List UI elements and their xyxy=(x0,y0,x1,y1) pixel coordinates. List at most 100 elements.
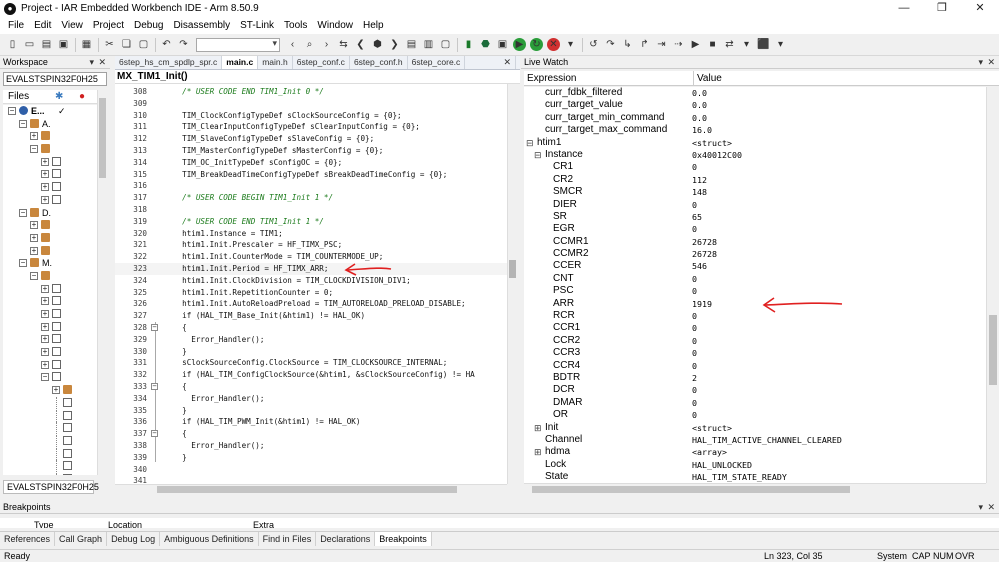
next-bookmark-icon[interactable]: ▥ xyxy=(422,38,435,51)
code-line[interactable]: 338 Error_Handler(); xyxy=(115,440,507,452)
bottom-tab[interactable]: References xyxy=(0,532,56,546)
scrollbar-thumb[interactable] xyxy=(99,98,106,178)
replace-icon[interactable]: ⇆ xyxy=(337,38,350,51)
expand-icon[interactable]: + xyxy=(52,386,60,395)
go-icon[interactable]: ▶ xyxy=(689,38,702,51)
reset-icon[interactable]: ↺ xyxy=(587,38,600,51)
expand-icon[interactable]: + xyxy=(41,348,49,357)
editor-tab[interactable]: 6step_hs_cm_spdlp_spr.c xyxy=(115,56,223,69)
collapse-icon[interactable]: − xyxy=(30,145,38,154)
code-line[interactable]: 309 xyxy=(115,98,507,110)
workspace-scrollbar[interactable] xyxy=(97,90,107,475)
code-line[interactable]: 325 htim1.Init.RepetitionCounter = 0; xyxy=(115,287,507,299)
minimize-icon[interactable]: — xyxy=(885,0,923,17)
close-icon[interactable]: ✕ xyxy=(961,0,999,17)
watch-row[interactable]: CCR3 0 xyxy=(524,347,986,359)
collapse-icon[interactable]: − xyxy=(30,271,38,280)
editor-vertical-scrollbar[interactable] xyxy=(507,84,517,484)
go-forward-icon[interactable]: ❯ xyxy=(388,38,401,51)
next-statement-icon[interactable]: ⇥ xyxy=(655,38,668,51)
code-line[interactable]: 310 TIM_ClockConfigTypeDef sClockSourceC… xyxy=(115,110,507,122)
stop-icon[interactable]: ✕ xyxy=(547,38,560,51)
watch-row[interactable]: PSC 0 xyxy=(524,285,986,297)
code-line[interactable]: 315 TIM_BreakDeadTimeConfigTypeDef sBrea… xyxy=(115,169,507,181)
tree-node[interactable]: − E... ✓ xyxy=(3,105,97,118)
save-icon[interactable]: ▣ xyxy=(57,38,70,51)
type-column-header[interactable]: Type xyxy=(34,518,54,528)
tree-node[interactable]: + xyxy=(3,295,97,308)
toolbar-overflow-icon[interactable]: ▾ xyxy=(564,38,577,51)
bottom-tab[interactable]: Debug Log xyxy=(107,532,161,546)
find-combo[interactable] xyxy=(196,37,280,52)
fold-collapse-icon[interactable]: − xyxy=(151,323,158,331)
redo-icon[interactable]: ↷ xyxy=(177,38,190,51)
tree-node[interactable] xyxy=(3,396,97,410)
expand-icon[interactable]: + xyxy=(41,297,49,306)
gear-icon[interactable]: ✱ xyxy=(55,90,63,104)
nav-forward-icon[interactable]: › xyxy=(320,38,333,51)
breakpoint-icon[interactable]: ▣ xyxy=(496,38,509,51)
scrollbar-thumb[interactable] xyxy=(157,486,457,493)
close-icon[interactable]: ✕ xyxy=(987,56,995,69)
maximize-icon[interactable]: ❐ xyxy=(923,0,961,17)
watch-row[interactable]: Channel HAL_TIM_ACTIVE_CHANNEL_CLEARED xyxy=(524,434,986,446)
expand-icon[interactable]: + xyxy=(41,170,49,179)
code-line[interactable]: 341 xyxy=(115,475,507,484)
watch-row[interactable]: CCR1 0 xyxy=(524,322,986,334)
tree-node[interactable] xyxy=(3,472,97,475)
run-to-cursor-icon[interactable]: ⇢ xyxy=(672,38,685,51)
expression-column-header[interactable]: Expression xyxy=(527,71,576,86)
tree-node[interactable]: + xyxy=(3,308,97,321)
code-line[interactable]: 312 TIM_SlaveConfigTypeDef sSlaveConfig … xyxy=(115,133,507,145)
menu-window[interactable]: Window xyxy=(312,17,358,34)
watch-row[interactable]: BDTR 2 xyxy=(524,372,986,384)
menu-view[interactable]: View xyxy=(56,17,88,34)
watch-row[interactable]: CCMR1 26728 xyxy=(524,236,986,248)
menu-st-link[interactable]: ST-Link xyxy=(235,17,279,34)
code-line[interactable]: 323 htim1.Init.Period = HF_TIMX_ARR; xyxy=(115,262,507,275)
code-line[interactable]: 324 htim1.Init.ClockDivision = TIM_CLOCK… xyxy=(115,275,507,287)
tree-node[interactable]: + xyxy=(3,359,97,372)
cut-icon[interactable]: ✂ xyxy=(103,38,116,51)
expand-icon[interactable]: + xyxy=(41,157,49,166)
code-line[interactable]: 331 sClockSourceConfig.ClockSource = TIM… xyxy=(115,357,507,369)
collapse-icon[interactable]: − xyxy=(8,107,16,115)
bottom-tab[interactable]: Declarations xyxy=(316,532,376,546)
menu-help[interactable]: Help xyxy=(358,17,389,34)
toolbar-overflow-icon[interactable]: ▾ xyxy=(740,38,753,51)
bottom-tab[interactable]: Ambiguous Definitions xyxy=(160,532,259,546)
editor-tab[interactable]: 6step_core.c xyxy=(408,56,466,69)
tree-node[interactable]: + xyxy=(3,219,97,232)
tree-node[interactable]: + xyxy=(3,168,97,181)
tree-node[interactable] xyxy=(3,460,97,473)
tree-node[interactable] xyxy=(3,422,97,435)
watch-row[interactable]: CCER 546 xyxy=(524,260,986,272)
watch-row[interactable]: curr_target_max_command 16.0 xyxy=(524,124,986,136)
print-icon[interactable]: ▦ xyxy=(80,38,93,51)
watch-row[interactable]: CNT 0 xyxy=(524,273,986,285)
configuration-select[interactable]: EVALSTSPIN32F0H25 xyxy=(3,72,107,86)
watch-row[interactable]: RCR 0 xyxy=(524,310,986,322)
tree-node[interactable]: + xyxy=(3,333,97,346)
watch-row[interactable]: ARR 1919 xyxy=(524,298,986,310)
expand-icon[interactable]: + xyxy=(41,183,49,192)
bookmark-icon[interactable]: ⬢ xyxy=(371,38,384,51)
collapse-icon[interactable]: − xyxy=(19,259,27,268)
expand-icon[interactable]: + xyxy=(30,221,38,230)
menu-project[interactable]: Project xyxy=(88,17,129,34)
expand-icon[interactable]: + xyxy=(41,310,49,318)
watch-row[interactable]: OR 0 xyxy=(524,409,986,421)
bottom-tab[interactable]: Call Graph xyxy=(55,532,108,546)
code-line[interactable]: 308 /* USER CODE END TIM1_Init 0 */ xyxy=(115,86,507,98)
tree-node[interactable] xyxy=(3,434,97,448)
st-link-icon[interactable]: ⬛ xyxy=(757,38,770,51)
function-navigator[interactable]: MX_TIM1_Init() xyxy=(115,70,520,84)
code-line[interactable]: 339 } xyxy=(115,452,507,464)
tree-node[interactable]: − M. xyxy=(3,257,97,270)
watch-row[interactable]: CCMR2 26728 xyxy=(524,248,986,260)
toolbar-overflow-icon[interactable]: ▾ xyxy=(774,38,787,51)
expand-icon[interactable]: + xyxy=(30,233,38,242)
watch-row[interactable]: CCR4 0 xyxy=(524,360,986,372)
code-line[interactable]: 334 Error_Handler(); xyxy=(115,393,507,405)
watch-row[interactable]: ⊟ Instance 0x40012C00 xyxy=(524,149,986,161)
